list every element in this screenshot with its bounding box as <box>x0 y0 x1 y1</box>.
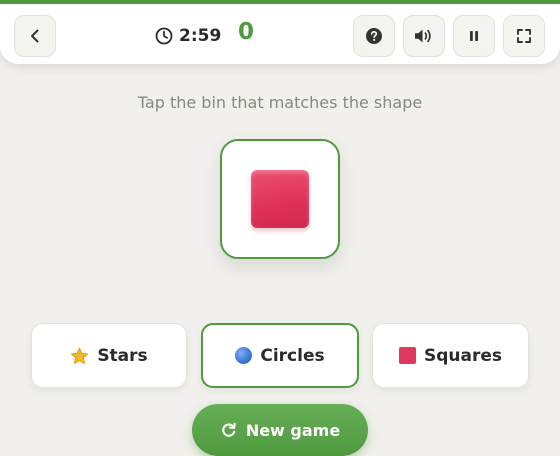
question-circle-icon <box>366 28 382 44</box>
new-game-label: New game <box>245 420 341 440</box>
fullscreen-button[interactable] <box>503 15 545 57</box>
help-button[interactable] <box>353 15 395 57</box>
top-bar: 2:59 0 <box>0 0 560 64</box>
bin-squares[interactable]: Squares <box>372 323 529 388</box>
fullscreen-icon <box>517 29 531 43</box>
pause-button[interactable] <box>453 15 495 57</box>
target-shape-card <box>220 139 340 259</box>
timer-value: 2:59 <box>179 26 222 46</box>
bin-stars[interactable]: Stars <box>31 323 187 388</box>
restart-icon <box>222 422 236 437</box>
star-icon <box>71 347 89 364</box>
chevron-left-icon <box>31 29 39 43</box>
pause-icon <box>470 31 478 41</box>
square-icon <box>398 347 416 364</box>
circle-icon <box>235 347 253 364</box>
bin-circles[interactable]: Circles <box>201 323 359 388</box>
bin-squares-label: Squares <box>423 345 503 366</box>
bin-circles-label: Circles <box>260 345 325 366</box>
speaker-icon <box>415 29 431 43</box>
instruction-text: Tap the bin that matches the shape <box>137 93 423 112</box>
back-button[interactable] <box>14 15 56 57</box>
game-screen: 2:59 0 Tap the bin that matches the shap… <box>0 0 560 456</box>
timer: 2:59 <box>155 24 221 48</box>
bin-stars-label: Stars <box>97 345 148 366</box>
new-game-button[interactable]: New game <box>192 404 368 456</box>
target-square-shape <box>251 170 309 228</box>
score-value: 0 <box>238 19 255 45</box>
sound-button[interactable] <box>403 15 445 57</box>
clock-icon <box>155 27 173 45</box>
